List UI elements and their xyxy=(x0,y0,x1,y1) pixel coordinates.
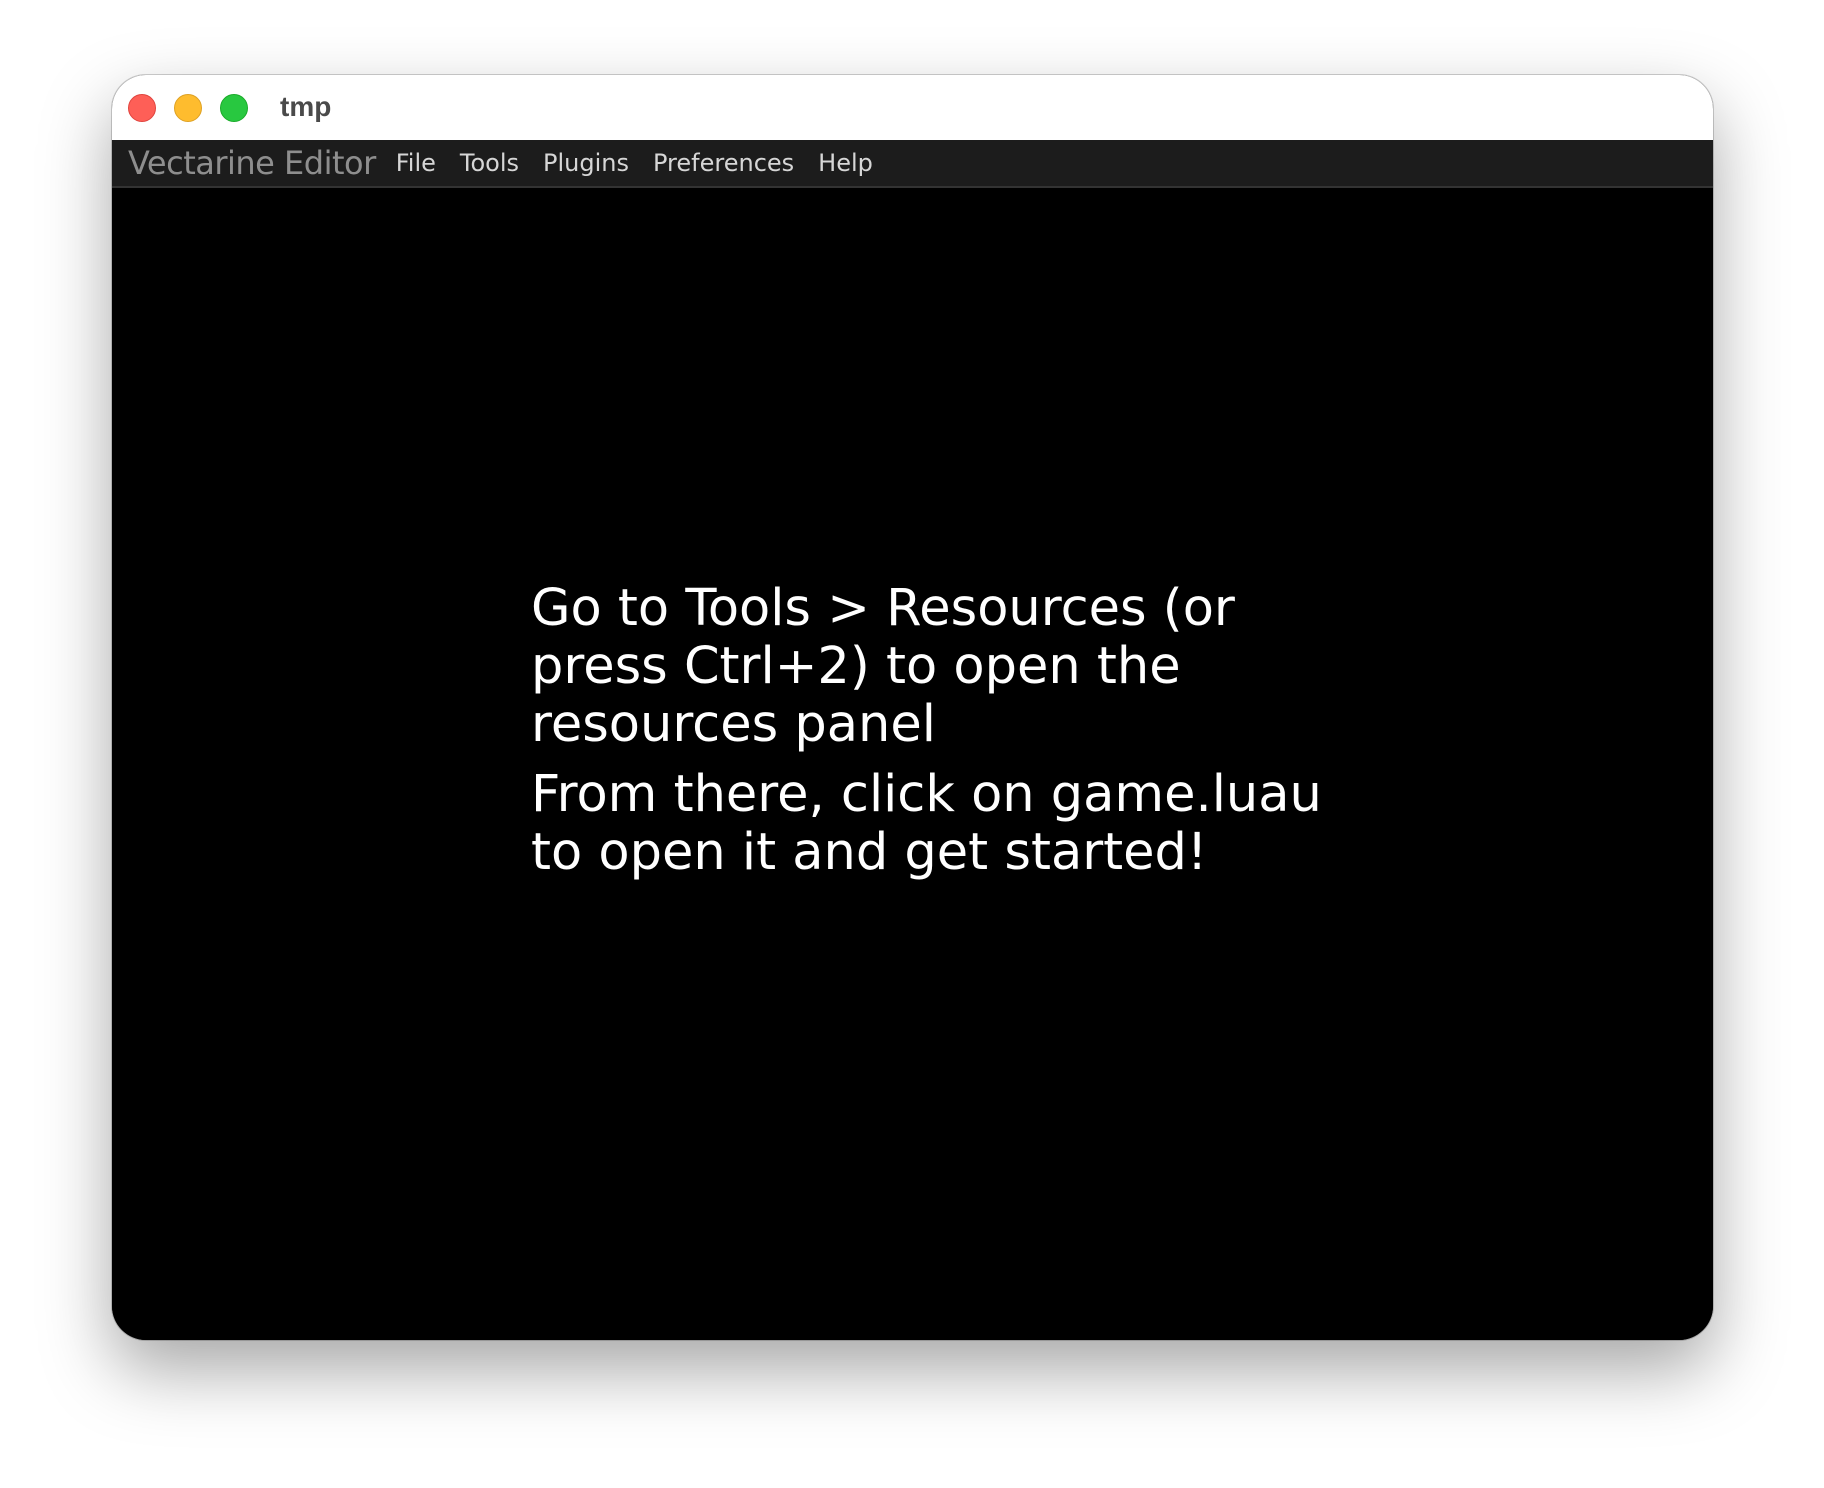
game-viewport[interactable]: Go to Tools > Resources (or press Ctrl+2… xyxy=(112,188,1713,1340)
instruction-paragraph-1: Go to Tools > Resources (or press Ctrl+2… xyxy=(531,579,1235,754)
title-bar[interactable]: tmp xyxy=(112,75,1713,141)
menu-tools[interactable]: Tools xyxy=(460,149,519,177)
app-name: Vectarine Editor xyxy=(128,144,376,182)
minimize-window-button[interactable] xyxy=(174,94,202,122)
window-title: tmp xyxy=(280,91,332,122)
menu-bar: Vectarine Editor File Tools Plugins Pref… xyxy=(112,140,1713,188)
menu-help[interactable]: Help xyxy=(818,149,873,177)
menu-plugins[interactable]: Plugins xyxy=(543,149,629,177)
zoom-window-button[interactable] xyxy=(220,94,248,122)
app-window: tmp Vectarine Editor File Tools Plugins … xyxy=(112,75,1713,1340)
menu-preferences[interactable]: Preferences xyxy=(653,149,794,177)
close-window-button[interactable] xyxy=(128,94,156,122)
instruction-paragraph-2: From there, click on game.luau to open i… xyxy=(531,765,1322,882)
instructions-text: Go to Tools > Resources (or press Ctrl+2… xyxy=(531,580,1331,894)
menu-file[interactable]: File xyxy=(396,149,436,177)
